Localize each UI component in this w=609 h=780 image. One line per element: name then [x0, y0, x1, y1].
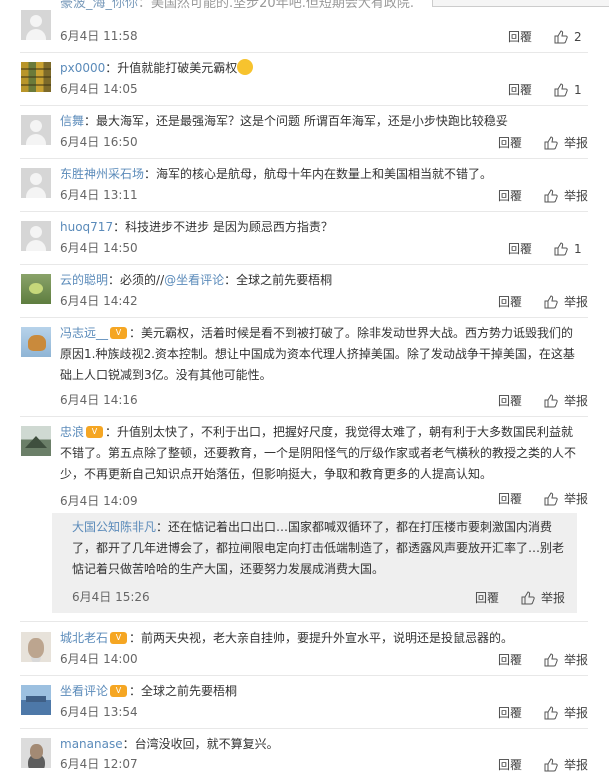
comment-time: 6月4日 14:09: [60, 494, 138, 508]
thumbs-up-icon[interactable]: [544, 491, 558, 506]
comment-text: 台湾没收回，就不算复兴。: [134, 737, 279, 751]
thumbs-up-icon[interactable]: [554, 82, 568, 97]
dog-avatar[interactable]: [21, 327, 51, 357]
comment-username[interactable]: px0000: [60, 61, 105, 75]
comment-item: 信舞：最大海军，还是最强海军？这是个问题 所谓百年海军，还是小步快跑比较稳妥 6…: [20, 105, 588, 159]
reply-button[interactable]: 回覆: [498, 293, 522, 310]
comment-username[interactable]: 云的聪明: [60, 273, 108, 287]
like-count: 2: [574, 29, 582, 44]
default-avatar[interactable]: [21, 115, 51, 145]
comment-item: 坐看评论 V ：全球之前先要梧桐 6月4日 13:54 回覆 举报: [20, 675, 588, 729]
thumbs-up-icon[interactable]: [544, 757, 558, 772]
old-man-avatar[interactable]: [21, 632, 51, 662]
thumbs-up-icon[interactable]: [544, 135, 558, 150]
comment-time: 6月4日 14:05: [60, 82, 138, 96]
comment-page: 豪波_海_你你：美国然可能的.坚步20年吧.但短期会大有政院. 6月4日 11:…: [0, 0, 609, 780]
report-link[interactable]: 举报: [564, 134, 588, 151]
comment-time: 6月4日 16:50: [60, 135, 138, 149]
comment-username[interactable]: 冯志远__: [60, 326, 108, 340]
default-avatar[interactable]: [21, 168, 51, 198]
comment-username[interactable]: 信舞: [60, 114, 84, 128]
reply-button[interactable]: 回覆: [508, 28, 532, 45]
comment-time: 6月4日 14:50: [60, 241, 138, 255]
comment-text: 科技进步不进步 是因为顾忌西方指责？: [125, 220, 333, 234]
like-count: 1: [574, 82, 582, 97]
comment-item: 城北老石 V ：前两天央视，老大亲自挂帅，要提升外宣水平，说明还是投鼠忌器的。 6月…: [20, 622, 588, 676]
comment-item: px0000：升值就能打破美元霸权 6月4日 14:05 回覆 1: [20, 52, 588, 106]
landscape-avatar[interactable]: [21, 685, 51, 715]
vip-badge-icon: V: [86, 425, 104, 438]
comment-time: 6月4日 13:54: [60, 705, 138, 719]
mountain-avatar[interactable]: [21, 426, 51, 456]
comment-item: huoq717：科技进步不进步 是因为顾忌西方指责？ 6月4日 14:50 回覆…: [20, 211, 588, 265]
thumbs-up-icon[interactable]: [544, 652, 558, 667]
report-link[interactable]: 举报: [541, 589, 565, 606]
comment-username[interactable]: 城北老石: [60, 631, 108, 645]
comment-time: 6月4日 12:07: [60, 757, 138, 771]
comment-text: 海军的核心是航母，航母十年内在数量上和美国相当就不错了。: [156, 167, 493, 181]
comment-username[interactable]: 忠浪: [60, 425, 84, 439]
comment-time: 6月4日 13:11: [60, 188, 138, 202]
report-link[interactable]: 举报: [564, 490, 588, 507]
quoted-text: 全球之前先要梧桐: [236, 273, 333, 287]
report-link[interactable]: 举报: [564, 293, 588, 310]
comment-text: 必须的//: [120, 273, 165, 287]
thumbs-up-icon[interactable]: [521, 590, 535, 605]
quote-time: 6月4日 15:26: [72, 590, 150, 604]
reply-button[interactable]: 回覆: [498, 392, 522, 409]
thumbs-up-icon[interactable]: [554, 241, 568, 256]
thumbs-up-icon[interactable]: [554, 29, 568, 44]
comment-item: 云的聪明：必须的//@坐看评论：全球之前先要梧桐 6月4日 14:42 回覆 举…: [20, 264, 588, 318]
comment-username[interactable]: 东胜神州采石场: [60, 167, 144, 181]
reply-button[interactable]: 回覆: [508, 81, 532, 98]
comment-time: 6月4日 14:42: [60, 294, 138, 308]
comment-username[interactable]: mananase: [60, 737, 123, 751]
reply-button[interactable]: 回覆: [498, 651, 522, 668]
quoted-reply: 大国公知陈非凡：还在惦记着出口出口…国家都喊双循环了，都在打压楼市要刺激国内消费…: [52, 513, 577, 613]
report-link[interactable]: 举报: [564, 187, 588, 204]
mosaic-avatar[interactable]: [21, 62, 51, 92]
vip-badge-icon: V: [110, 684, 128, 697]
reply-button[interactable]: 回覆: [498, 704, 522, 721]
like-count: 1: [574, 241, 582, 256]
comment-time: 6月4日 11:58: [60, 29, 138, 43]
comment-text: 升值就能打破美元霸权: [117, 61, 238, 75]
comment-item: mananase：台湾没收回，就不算复兴。 6月4日 12:07 回覆 举报: [20, 728, 588, 780]
comment-time: 6月4日 14:00: [60, 652, 138, 666]
comment-username[interactable]: 坐看评论: [60, 684, 108, 698]
man-avatar[interactable]: [21, 738, 51, 768]
smile-emoji-icon: [237, 58, 254, 75]
reply-button[interactable]: 回覆: [475, 589, 499, 606]
reply-button[interactable]: 回覆: [498, 756, 522, 773]
vip-badge-icon: V: [110, 631, 128, 644]
comment-text: 全球之前先要梧桐: [141, 684, 238, 698]
mention-link[interactable]: @坐看评论: [164, 273, 224, 287]
report-link[interactable]: 举报: [564, 704, 588, 721]
quote-username[interactable]: 大国公知陈非凡: [72, 520, 156, 534]
report-link[interactable]: 举报: [564, 756, 588, 773]
comment-text: 最大海军，还是最强海军？这是个问题 所谓百年海军，还是小步快跑比较稳妥: [96, 114, 508, 128]
comment-item: 东胜神州采石场：海军的核心是航母，航母十年内在数量上和美国相当就不错了。 6月4…: [20, 158, 588, 212]
comment-text: 前两天央视，老大亲自挂帅，要提升外宣水平，说明还是投鼠忌器的。: [141, 631, 514, 645]
comment-username[interactable]: huoq717: [60, 220, 113, 234]
reply-button[interactable]: 回覆: [508, 240, 532, 257]
thumbs-up-icon[interactable]: [544, 188, 558, 203]
reply-button[interactable]: 回覆: [498, 134, 522, 151]
comment-item: 冯志远__ V ：美元霸权，活着时候是看不到被打破了。除非发动世界大战。西方势力诋毁…: [20, 317, 588, 417]
reply-button[interactable]: 回覆: [498, 187, 522, 204]
default-avatar[interactable]: [21, 10, 51, 40]
report-link[interactable]: 举报: [564, 651, 588, 668]
vip-badge-icon: V: [110, 326, 128, 339]
comment-time: 6月4日 14:16: [60, 393, 138, 407]
thumbs-up-icon[interactable]: [544, 393, 558, 408]
comment-item: 6月4日 11:58 回覆 2: [20, 0, 588, 53]
report-link[interactable]: 举报: [564, 392, 588, 409]
default-avatar[interactable]: [21, 221, 51, 251]
reply-button[interactable]: 回覆: [498, 490, 522, 507]
comment-text: 升值别太快了，不利于出口，把握好尺度，我觉得太难了，朝有利于大多数国民利益就不错…: [60, 425, 577, 481]
thumbs-up-icon[interactable]: [544, 294, 558, 309]
thumbs-up-icon[interactable]: [544, 705, 558, 720]
frog-avatar[interactable]: [21, 274, 51, 304]
